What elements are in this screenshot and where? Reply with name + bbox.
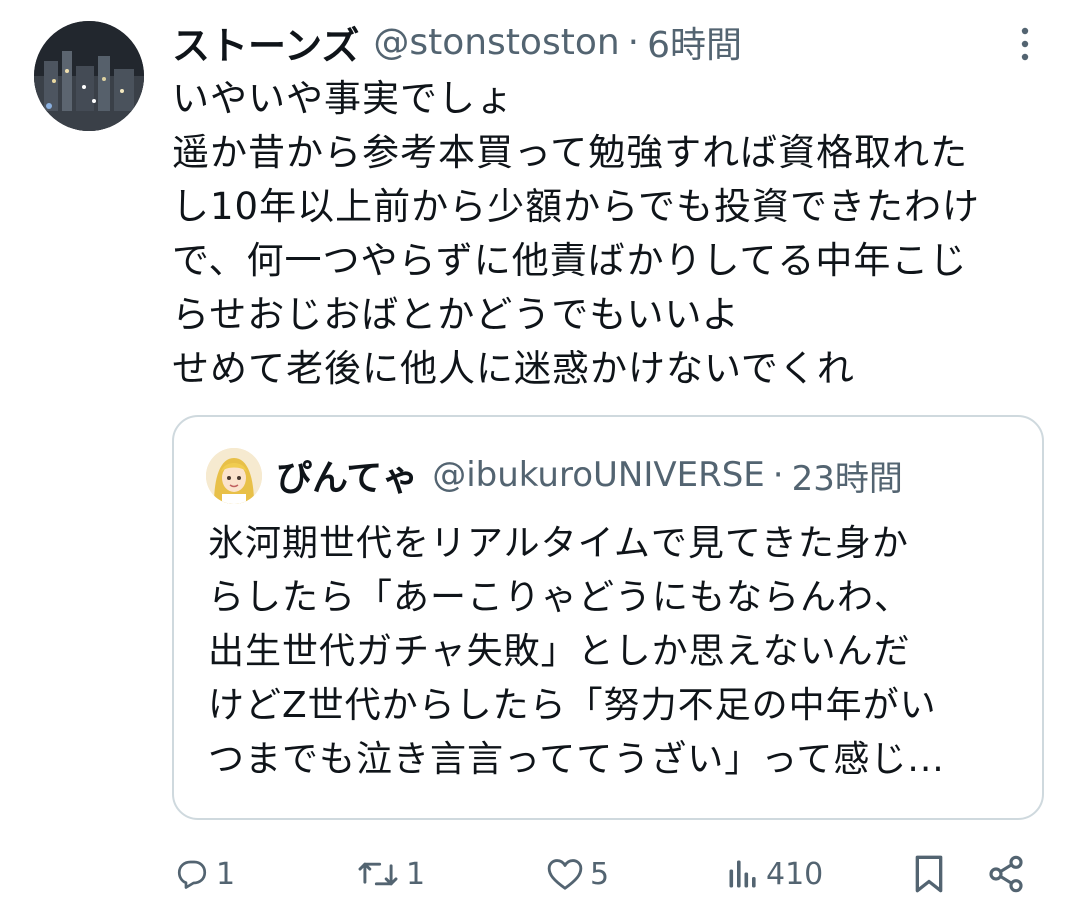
- views-icon: [726, 856, 760, 892]
- tweet-text-line: いやいや事実でしょ: [172, 77, 514, 120]
- quoted-text-line: らしたら「あーこりゃどうにもならんわ、: [208, 577, 912, 618]
- quoted-text-line: けどZ世代からしたら「努力不足の中年がい: [208, 685, 937, 726]
- reply-button[interactable]: 1: [174, 848, 235, 900]
- header-separator: ·: [627, 21, 640, 63]
- retweet-icon: [356, 856, 400, 892]
- like-count: 5: [590, 856, 610, 892]
- quoted-text-line: 出生世代ガチャ失敗」としか思えないんだ: [208, 631, 911, 672]
- bookmark-icon: [912, 854, 946, 894]
- quoted-text-line: 氷河期世代をリアルタイムで見てきた身か: [208, 523, 909, 564]
- quoted-tweet-card[interactable]: ぴんてゃ @ibukuroUNIVERSE · 23時間 氷河期世代をリアルタイ…: [172, 415, 1044, 820]
- tweet-text-line: で、何一つやらずに他責ばかりしてる中年こじ: [172, 239, 968, 282]
- quoted-author-handle: @ibukuroUNIVERSE: [432, 455, 765, 495]
- tweet-text-line: らせおじおばとかどうでもいいよ: [172, 293, 740, 336]
- quoted-tweet-time: 23時間: [791, 458, 903, 499]
- bookmark-button[interactable]: [912, 848, 946, 900]
- retweet-button[interactable]: 1: [356, 848, 425, 900]
- like-button[interactable]: 5: [546, 848, 609, 900]
- retweet-count: 1: [406, 856, 426, 892]
- more-vertical-icon[interactable]: [1012, 26, 1038, 62]
- tweet-text-line: 遥か昔から参考本買って勉強すれば資格取れた: [172, 131, 969, 174]
- author-handle[interactable]: @stonstoston: [373, 22, 619, 63]
- quoted-tweet-text: 氷河期世代をリアルタイムで見てきた身か らしたら「あーこりゃどうにもならんわ、 …: [208, 517, 1028, 787]
- views-button[interactable]: 410: [726, 848, 823, 900]
- quoted-author-avatar[interactable]: [206, 448, 262, 504]
- tweet-text-line: し10年以上前から少額からでも投資できたわけ: [172, 185, 980, 228]
- reply-icon: [174, 856, 210, 892]
- tweet-header: ストーンズ @stonstoston · 6時間: [172, 16, 742, 68]
- action-bar: 1 1 5 410: [0, 848, 1080, 900]
- quoted-header-separator: ·: [772, 455, 784, 495]
- share-button[interactable]: [986, 848, 1026, 900]
- tweet-text-line: せめて老後に他人に迷惑かけないでくれ: [172, 347, 855, 390]
- quoted-text-line: つまでも泣き言言っててうざい」って感じ...: [208, 739, 945, 780]
- author-name[interactable]: ストーンズ: [172, 15, 359, 70]
- views-count: 410: [766, 856, 824, 892]
- like-icon: [546, 856, 584, 892]
- tweet-text: いやいや事実でしょ 遥か昔から参考本買って勉強すれば資格取れた し10年以上前か…: [172, 72, 1052, 396]
- tweet-time[interactable]: 6時間: [647, 16, 742, 68]
- share-icon: [986, 854, 1026, 894]
- author-avatar[interactable]: [34, 21, 144, 131]
- reply-count: 1: [216, 856, 236, 892]
- quoted-author-name: ぴんてゃ: [276, 458, 419, 499]
- quoted-tweet-header: ぴんてゃ @ibukuroUNIVERSE · 23時間: [276, 449, 903, 501]
